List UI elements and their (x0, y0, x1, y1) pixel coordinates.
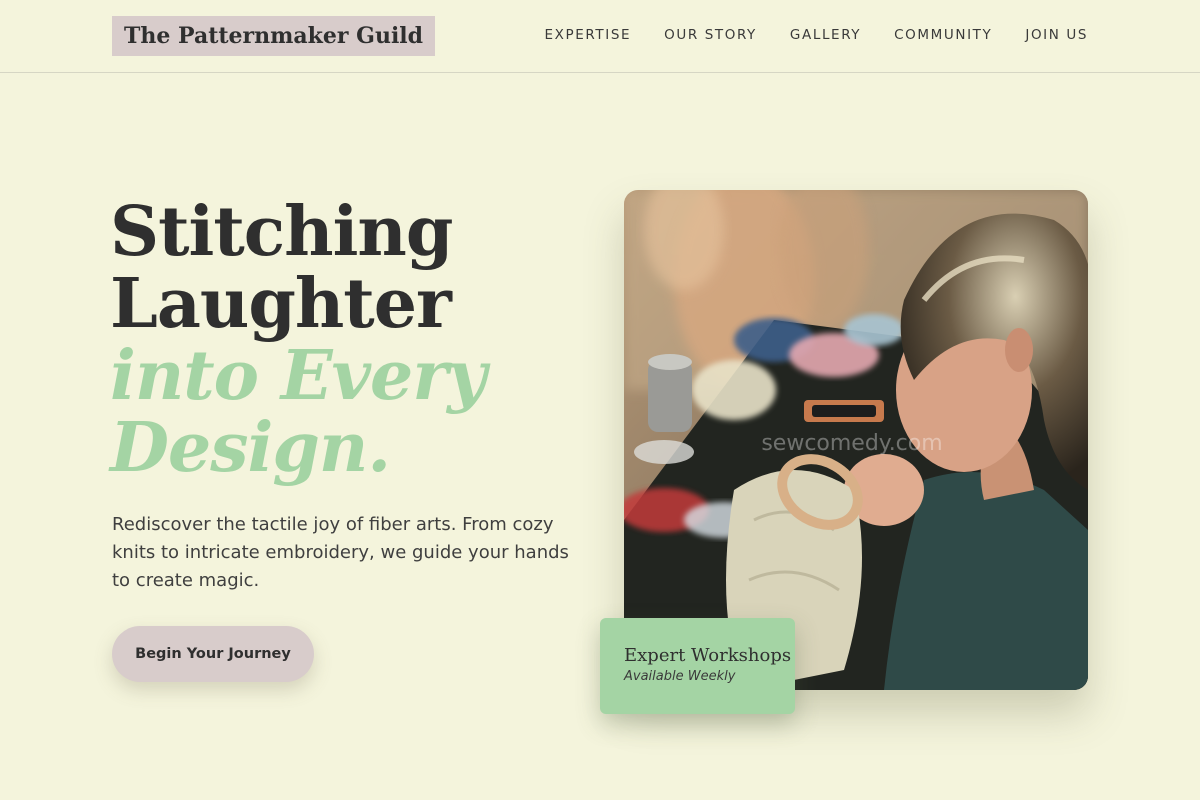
hero-photo: sewcomedy.com (624, 190, 1088, 690)
hero-heading-line-1: Stitching (110, 192, 453, 272)
nav-link-gallery[interactable]: GALLERY (790, 24, 861, 46)
photo-watermark: sewcomedy.com (761, 431, 942, 456)
nav-link-our-story[interactable]: OUR STORY (664, 24, 757, 46)
badge-title: Expert Workshops (624, 645, 792, 666)
site-header: The Patternmaker Guild EXPERTISE OUR STO… (0, 0, 1200, 73)
embroidery-photo-illustration: sewcomedy.com (624, 190, 1088, 690)
hero-heading-line-3: into Every (110, 336, 487, 416)
begin-journey-button[interactable]: Begin Your Journey (112, 626, 314, 682)
badge-subtitle: Available Weekly (624, 669, 736, 684)
workshops-badge: Expert Workshops Available Weekly (600, 618, 795, 714)
hero-description: Rediscover the tactile joy of fiber arts… (112, 514, 569, 591)
nav-link-community[interactable]: COMMUNITY (894, 24, 992, 46)
site-logo[interactable]: The Patternmaker Guild (112, 16, 436, 56)
main-nav: EXPERTISE OUR STORY GALLERY COMMUNITY JO… (545, 24, 1088, 46)
hero-heading-line-4: Design. (110, 408, 391, 488)
hero-heading: Stitching Laughter into Every Design. (110, 196, 590, 484)
hero-heading-line-2: Laughter (110, 264, 452, 344)
nav-link-expertise[interactable]: EXPERTISE (545, 24, 632, 46)
nav-link-join-us[interactable]: JOIN US (1025, 24, 1088, 46)
